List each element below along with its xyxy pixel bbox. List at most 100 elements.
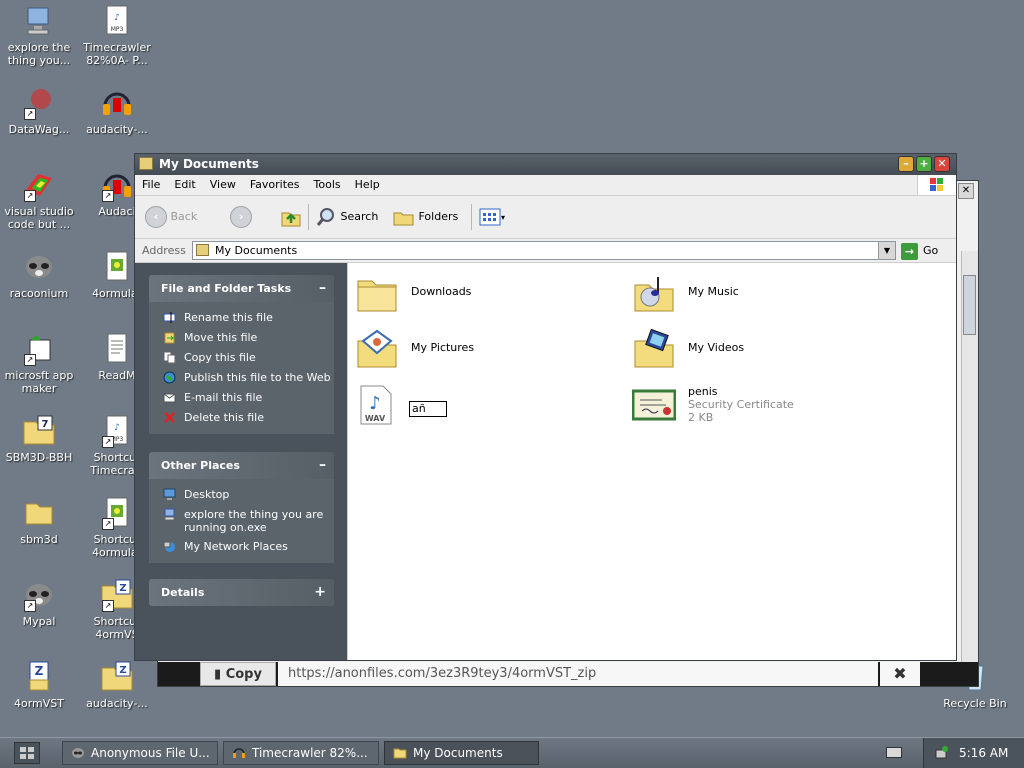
svg-text:♪: ♪ [114,13,120,23]
shortcut-arrow-icon: ↗ [24,108,36,120]
file-item-certificate[interactable]: penis Security Certificate 2 KB [631,383,932,431]
forward-arrow-icon: › [230,206,252,228]
file-type: Security Certificate [688,398,794,411]
task-copy-file[interactable]: Copy this file [149,348,334,368]
task-move-file[interactable]: Move this file [149,328,334,348]
desktop-icon-mypal[interactable]: ↗ Mypal [0,578,78,628]
place-desktop[interactable]: Desktop [149,485,334,505]
back-window-scrollbar[interactable] [961,251,978,662]
shortcut-arrow-icon: ↗ [24,600,36,612]
expand-toggle[interactable]: + [314,579,326,606]
maximize-button[interactable]: + [916,156,932,172]
forward-button[interactable]: › [230,205,252,229]
file-item-my-videos[interactable]: My Videos [632,327,882,375]
task-delete-file[interactable]: Delete this file [149,408,334,428]
place-network[interactable]: My Network Places [149,537,334,557]
my-documents-window: My Documents – + ✕ File Edit View Favorites… [134,153,957,661]
mp3-file-icon: ♪ MP3 ↗ [100,414,134,448]
task-publish-web[interactable]: Publish this file to the Web [149,368,334,388]
menu-view[interactable]: View [203,175,243,195]
search-button[interactable]: Search [315,205,378,229]
desktop-icon-audacity-1[interactable]: audacity-... [78,86,156,136]
details-header[interactable]: Details + [149,579,334,606]
clipboard-icon: ▮ [214,667,226,682]
address-label: Address [142,244,186,257]
menu-tools[interactable]: Tools [307,175,348,195]
desktop-icon-explore[interactable]: explore the thing you... [0,4,78,67]
taskbar-item-timecrawler[interactable]: Timecrawler 82%... [223,741,379,765]
shortcut-arrow-icon: ↗ [102,436,114,448]
back-window-close-button[interactable]: ✕ [958,183,974,199]
minimize-button[interactable]: – [898,156,914,172]
go-arrow-icon: → [901,242,918,260]
place-explore-exe[interactable]: explore the thing you are running on.exe [149,505,334,537]
certificate-icon [631,383,677,427]
file-item-my-music[interactable]: My Music [632,271,882,319]
svg-text:7: 7 [42,419,49,430]
file-item-downloads[interactable]: Downloads [355,271,605,319]
menu-favorites[interactable]: Favorites [243,175,307,195]
desktop-icon-sbm3d-bbh[interactable]: 7 SBM3D-BBH [0,414,78,464]
menu-help[interactable]: Help [348,175,387,195]
file-folder-tasks-panel: File and Folder Tasks – Rename this file … [149,275,334,434]
window-titlebar[interactable]: My Documents – + ✕ [135,154,956,175]
menu-file[interactable]: File [135,175,167,195]
views-button[interactable]: ▾ [479,205,505,229]
clock[interactable]: 5:16 AM [959,738,1008,768]
go-button[interactable]: → Go [901,241,938,260]
rename-input[interactable]: añ [409,401,447,417]
network-icon[interactable] [934,745,950,761]
svg-text:Z: Z [119,665,126,676]
task-pane: File and Folder Tasks – Rename this file … [135,263,347,660]
collapse-toggle[interactable]: – [319,452,326,479]
desktop-icon-datawag[interactable]: ↗ DataWag... [0,86,78,136]
desktop-icon-audacity-3[interactable]: Z audacity-... [78,660,156,710]
network-places-icon [163,540,176,553]
file-item-my-pictures[interactable]: My Pictures [355,327,605,375]
address-dropdown-button[interactable]: ▼ [878,242,895,259]
scrollbar-thumb[interactable] [963,275,976,335]
url-share-bar: ▮ Copy https://anonfiles.com/3ez3R9tey3/… [158,662,978,686]
folder-icon [393,748,407,759]
file-item-wav-renaming[interactable]: ♪ WAV añ [355,383,605,431]
views-icon [479,208,501,226]
share-url-text[interactable]: https://anonfiles.com/3ez3R9tey3/4ormVST… [278,662,878,686]
collapse-toggle[interactable]: – [319,275,326,302]
delete-icon [163,411,176,424]
menu-edit[interactable]: Edit [167,175,202,195]
shortcut-arrow-icon: ↗ [24,354,36,366]
address-bar: Address My Documents ▼ → Go [135,239,956,263]
desktop-icon-visual-studio[interactable]: ↗ visual studio code but ... [0,168,78,231]
start-button[interactable] [14,742,40,764]
audacity-icon [233,748,245,758]
music-folder-icon [632,271,676,315]
desktop-icon-microsft-app-maker[interactable]: ↗ microsft app maker [0,332,78,395]
other-places-panel: Other Places – Desktop explore the thing … [149,452,334,563]
text-file-icon [100,332,134,366]
close-button[interactable]: ✕ [934,156,950,172]
address-input[interactable]: My Documents ▼ [192,241,896,260]
svg-text:Z: Z [35,664,44,678]
svg-text:♪: ♪ [369,393,381,414]
copy-link-button[interactable]: ▮ Copy [200,662,276,686]
computer-icon [163,508,176,521]
zip-folder-icon: Z ↗ [100,578,134,612]
desktop-icon-timecrawler-mp3[interactable]: ♪ MP3 Timecrawler 82%0A- P... [78,4,156,67]
file-folder-tasks-header[interactable]: File and Folder Tasks – [149,275,334,302]
taskbar-item-my-documents[interactable]: My Documents [384,741,539,765]
other-places-header[interactable]: Other Places – [149,452,334,479]
mp3-file-icon: ♪ MP3 [100,4,134,38]
windows-logo-icon [917,175,956,195]
folders-button[interactable]: Folders [393,205,458,229]
taskbar-item-anonymous-file[interactable]: Anonymous File U... [62,741,218,765]
keyboard-icon[interactable] [886,747,902,758]
svg-text:MP3: MP3 [111,26,124,33]
url-bar-close-button[interactable]: ✖ [880,662,920,686]
desktop-icon-4ormvst[interactable]: Z 4ormVST [0,660,78,710]
desktop-icon-racoonium[interactable]: racoonium [0,250,78,300]
up-folder-button[interactable] [280,205,302,229]
task-email-file[interactable]: E-mail this file [149,388,334,408]
back-button[interactable]: ‹ Back [145,205,197,229]
task-rename-file[interactable]: Rename this file [149,308,334,328]
desktop-icon-sbm3d[interactable]: sbm3d [0,496,78,546]
